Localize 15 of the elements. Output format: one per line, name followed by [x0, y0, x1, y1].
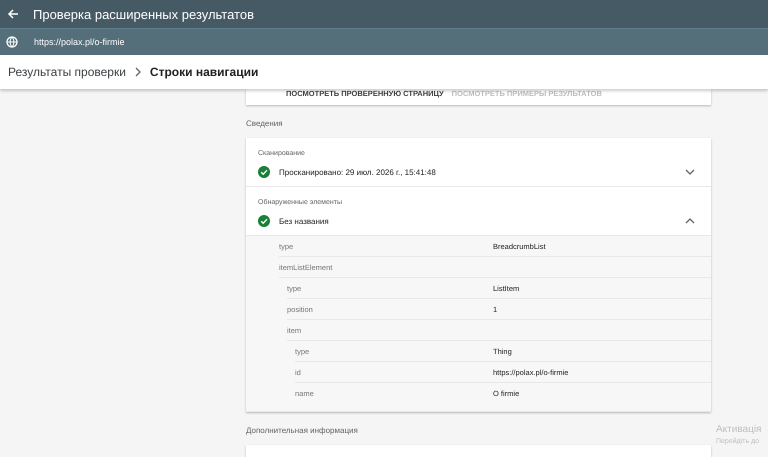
chevron-down-icon[interactable] [685, 169, 695, 175]
section-heading: Дополнительная информация [246, 425, 359, 437]
row-text: Просканировано: 29 июл. 2026 г., 15:41:48 [279, 168, 437, 176]
breadcrumb-link[interactable]: Результаты проверки [8, 65, 126, 79]
expandable-row[interactable]: Без названия [246, 206, 711, 235]
expandable-row[interactable]: Просканировано: 29 июл. 2026 г., 15:41:48 [246, 157, 711, 186]
page-url: https://polax.pl/o-firmie [34, 37, 125, 47]
row-text: Без названия [279, 216, 330, 226]
app-title: Проверка расширенных результатов [33, 6, 254, 22]
chevron-up-icon[interactable] [685, 218, 695, 224]
chevron-right-icon [134, 67, 141, 77]
globe-icon [6, 36, 18, 48]
activation-notice-title: Активація [716, 424, 762, 435]
back-arrow-icon[interactable] [7, 8, 19, 20]
section-heading: Сведения [246, 118, 284, 130]
